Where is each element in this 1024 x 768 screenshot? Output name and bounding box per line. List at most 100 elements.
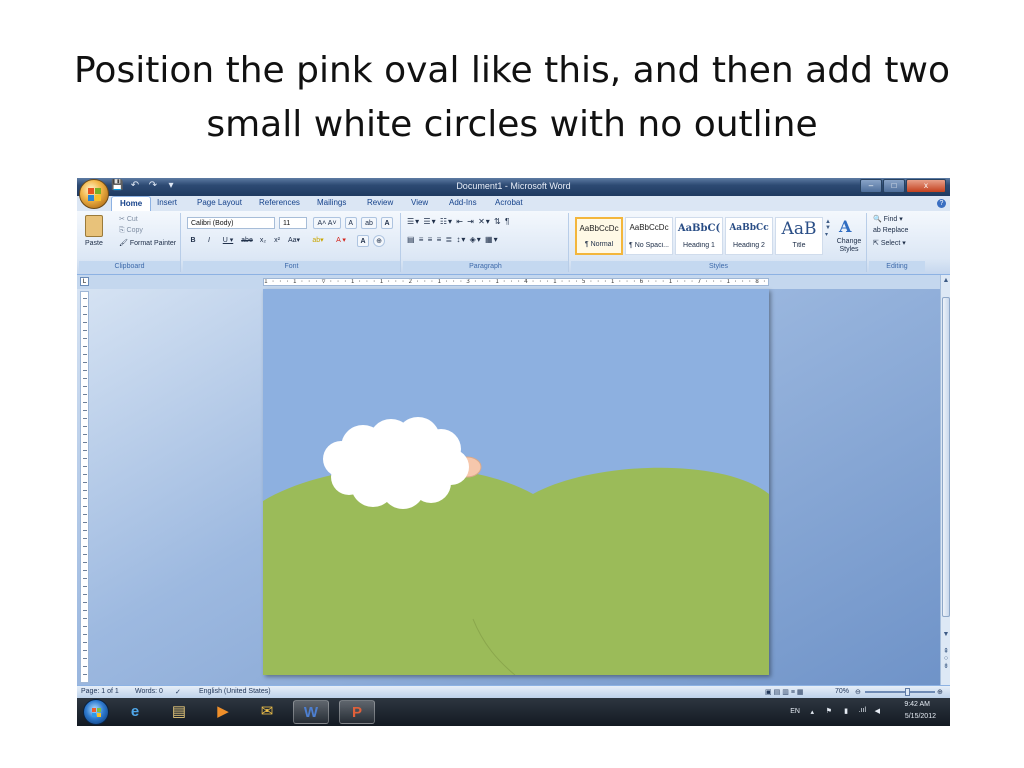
input-language[interactable]: EN xyxy=(790,708,800,715)
style-title[interactable]: AaB Title xyxy=(775,217,823,255)
scroll-up-arrow-icon[interactable]: ▲ xyxy=(941,277,950,284)
drawing-canvas[interactable] xyxy=(263,289,769,675)
zoom-out-icon[interactable]: ⊖ xyxy=(855,688,861,696)
internet-explorer-icon[interactable]: e xyxy=(117,700,153,724)
select-button[interactable]: ⇱ Select ▾ xyxy=(873,239,906,247)
vertical-ruler[interactable] xyxy=(80,291,89,683)
tab-insert[interactable]: Insert xyxy=(157,198,177,207)
select-label: Select xyxy=(880,240,901,247)
browse-buttons-icon[interactable]: ⇞ ○ ⇟ xyxy=(941,647,950,670)
style-heading-2[interactable]: AaBbCc Heading 2 xyxy=(725,217,773,255)
phonetic-guide-icon[interactable]: ab xyxy=(361,217,377,229)
document-page[interactable] xyxy=(263,289,769,675)
zoom-slider-knob[interactable] xyxy=(904,688,910,696)
ruler-tick xyxy=(83,538,87,539)
office-button[interactable] xyxy=(79,179,109,209)
word-count[interactable]: Words: 0 xyxy=(135,688,163,695)
strikethrough-button[interactable]: abe xyxy=(239,235,255,247)
title-bar: 💾 ↶ ↷ ▾ Document1 - Microsoft Word – □ x xyxy=(77,178,950,196)
style-heading-1[interactable]: AaBbC( Heading 1 xyxy=(675,217,723,255)
font-size-field[interactable]: 11 xyxy=(279,217,307,229)
powerpoint-taskbar-icon[interactable]: P xyxy=(339,700,375,724)
replace-button[interactable]: ab Replace xyxy=(873,227,908,234)
copy-button[interactable]: ⎘ Copy xyxy=(119,227,143,235)
show-hidden-icons-icon[interactable]: ▴ xyxy=(810,708,814,716)
tab-add-ins[interactable]: Add-Ins xyxy=(449,198,477,207)
change-styles-button[interactable]: Change Styles xyxy=(833,238,865,254)
cut-button[interactable]: ✂ Cut xyxy=(119,215,138,223)
action-center-flag-icon[interactable]: ⚑ xyxy=(826,707,832,715)
ruler-tick xyxy=(83,418,87,419)
find-button[interactable]: 🔍 Find ▾ xyxy=(873,215,903,223)
font-color-icon[interactable]: A ▾ xyxy=(331,235,351,247)
zoom-level[interactable]: 70% xyxy=(835,688,849,695)
media-player-icon[interactable]: ▶ xyxy=(205,700,241,724)
scroll-down-arrow-icon[interactable]: ▼ xyxy=(941,631,950,638)
tab-selector-icon[interactable]: L xyxy=(80,277,89,286)
tab-mailings[interactable]: Mailings xyxy=(317,198,346,207)
file-explorer-icon[interactable]: ▤ xyxy=(161,700,197,724)
style-no-spacing[interactable]: AaBbCcDc ¶ No Spaci... xyxy=(625,217,673,255)
outlook-icon[interactable]: ✉ xyxy=(249,700,285,724)
paste-button[interactable]: Paste xyxy=(85,240,103,247)
tab-references[interactable]: References xyxy=(259,198,300,207)
office-logo-icon xyxy=(88,188,94,194)
proofing-icon[interactable]: ✓ xyxy=(175,688,181,696)
page-count[interactable]: Page: 1 of 1 xyxy=(81,688,119,695)
horizontal-ruler[interactable]: 1 · · · 1 · · · ▽ · · · 1 · · · 1 · · · … xyxy=(263,278,769,286)
zoom-in-icon[interactable]: ⊕ xyxy=(937,688,943,696)
style-normal[interactable]: AaBbCcDc ¶ Normal xyxy=(575,217,623,255)
character-shading-icon[interactable]: A xyxy=(357,235,369,247)
style-caption: Title xyxy=(792,242,806,249)
power-icon[interactable]: ▮ xyxy=(844,707,848,715)
editing-group-label: Editing xyxy=(869,261,925,272)
change-styles-icon[interactable]: A xyxy=(839,217,851,236)
styles-scroll-icon[interactable]: ▲ ▼ ▾ xyxy=(825,219,831,238)
view-buttons[interactable]: ▣▤▥≡▦ xyxy=(765,688,806,696)
grow-shrink-font-buttons[interactable]: A˄ A˅ xyxy=(313,217,341,229)
zoom-slider[interactable] xyxy=(865,691,935,693)
tab-view[interactable]: View xyxy=(411,198,428,207)
alignment-icons[interactable]: ▤ ≡ ≡ ≡ ≣ ↕▾ ◈▾ ▦▾ xyxy=(407,235,499,244)
ribbon: Paste ✂ Cut ⎘ Copy 🖌 Format Painter Clip… xyxy=(77,211,950,275)
ruler-tick xyxy=(83,530,87,531)
clock-time[interactable]: 9:42 AM xyxy=(904,701,930,708)
tab-home[interactable]: Home xyxy=(111,196,152,211)
tab-page-layout[interactable]: Page Layout xyxy=(197,198,242,207)
vertical-scrollbar[interactable]: ▲ ▼ ⇞ ○ ⇟ xyxy=(940,275,950,685)
start-button[interactable] xyxy=(83,699,109,725)
tab-acrobat[interactable]: Acrobat xyxy=(495,198,523,207)
language-indicator[interactable]: English (United States) xyxy=(199,688,271,695)
minimize-button[interactable]: – xyxy=(860,179,882,193)
character-border-icon[interactable]: A xyxy=(381,217,393,229)
underline-button[interactable]: U ▾ xyxy=(219,235,237,247)
maximize-button[interactable]: □ xyxy=(883,179,905,193)
help-icon[interactable]: ? xyxy=(937,199,946,208)
tab-review[interactable]: Review xyxy=(367,198,393,207)
word-taskbar-icon[interactable]: W xyxy=(293,700,329,724)
network-signal-icon[interactable]: .ııl xyxy=(859,707,866,714)
ruler-tick xyxy=(83,410,87,411)
paste-icon[interactable] xyxy=(85,215,103,237)
superscript-button[interactable]: x² xyxy=(271,235,283,247)
font-name-field[interactable]: Calibri (Body) xyxy=(187,217,275,229)
volume-icon[interactable]: ◀ xyxy=(875,707,880,715)
enclose-characters-icon[interactable]: ⊕ xyxy=(373,235,385,247)
clear-formatting-icon[interactable]: Ꭺ xyxy=(345,217,357,229)
ruler-tick xyxy=(83,578,87,579)
format-painter-button[interactable]: 🖌 Format Painter xyxy=(119,239,176,247)
copy-label: Copy xyxy=(126,227,143,234)
bold-button[interactable]: B xyxy=(187,235,199,247)
green-hills[interactable] xyxy=(263,466,769,675)
scrollbar-thumb[interactable] xyxy=(942,297,950,617)
clock-date[interactable]: 5/15/2012 xyxy=(905,713,936,720)
ruler-tick xyxy=(83,386,87,387)
italic-button[interactable]: I xyxy=(203,235,215,247)
list-and-indent-icons[interactable]: ☰▾ ☰▾ ☷▾ ⇤ ⇥ ✕▾ ⇅ ¶ xyxy=(407,217,510,226)
close-button[interactable]: x xyxy=(906,179,946,193)
subscript-button[interactable]: x₂ xyxy=(257,235,269,247)
change-case-button[interactable]: Aa▾ xyxy=(285,235,303,247)
style-caption: ¶ No Spaci... xyxy=(629,242,669,249)
highlight-color-icon[interactable]: ab▾ xyxy=(307,235,329,247)
ruler-tick xyxy=(83,322,87,323)
